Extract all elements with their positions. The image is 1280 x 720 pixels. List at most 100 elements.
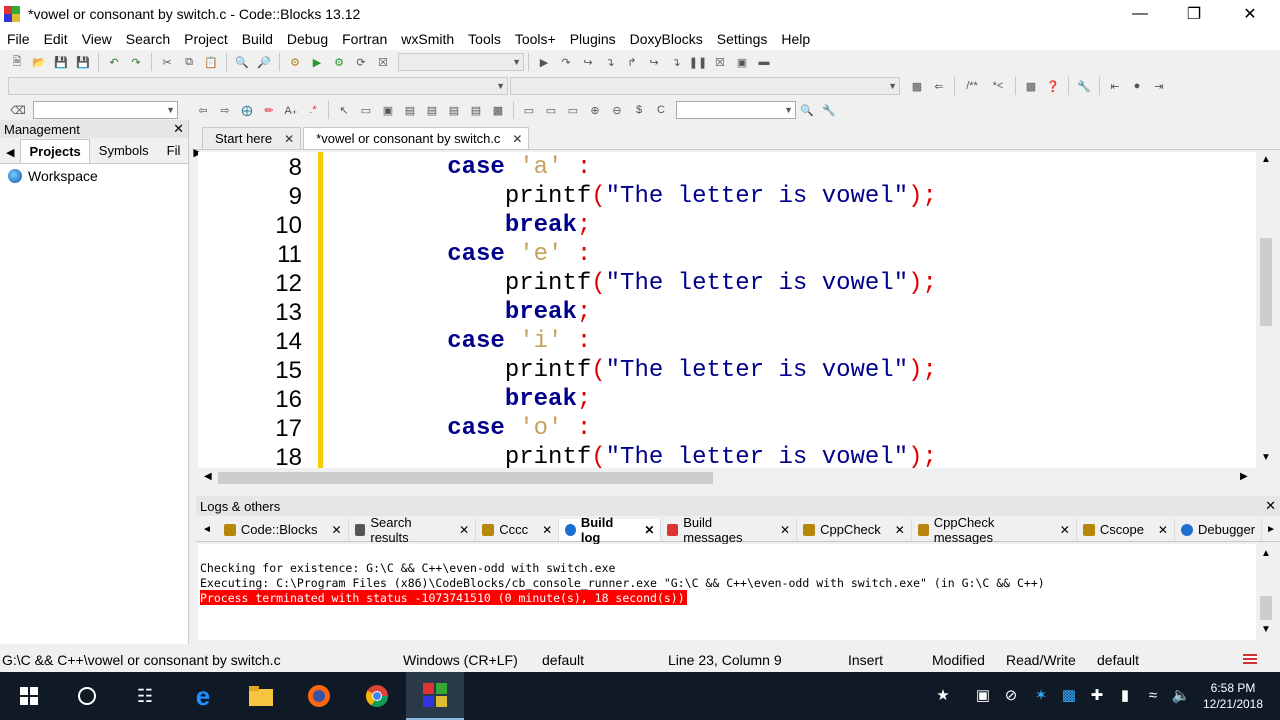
close-tab-icon[interactable]: ✕ bbox=[644, 523, 654, 537]
new-file-icon[interactable]: 🗎 bbox=[9, 54, 25, 70]
save-all-icon[interactable]: 💾 bbox=[75, 54, 91, 70]
codeblocks-taskbar-icon[interactable] bbox=[406, 672, 464, 720]
log-tab-build-log[interactable]: Build log ✕ bbox=[559, 515, 662, 545]
editor-horizontal-scrollbar[interactable]: ◀ ▶ bbox=[198, 468, 1276, 488]
search-combo[interactable]: ▼ bbox=[33, 101, 178, 119]
step-into-icon[interactable]: ↴ bbox=[602, 54, 618, 70]
tab-scroll-left-icon[interactable]: ◄ bbox=[196, 524, 218, 535]
monitor-icon[interactable]: ▣ bbox=[972, 684, 994, 706]
log-tab-cppcheck-messages[interactable]: CppCheck messages ✕ bbox=[912, 515, 1077, 545]
tab-scroll-left-icon[interactable]: ◀ bbox=[0, 142, 20, 163]
close-tab-icon[interactable]: ✕ bbox=[780, 523, 790, 537]
scroll-down-icon[interactable]: ▼ bbox=[1261, 452, 1271, 463]
back-arrow-icon[interactable]: ⇦ bbox=[195, 102, 211, 118]
zoom-combo[interactable]: ▼ bbox=[676, 101, 796, 119]
next-line-icon[interactable]: ↪ bbox=[580, 54, 596, 70]
extract-docs-icon[interactable]: ❓ bbox=[1045, 78, 1061, 94]
close-window-button[interactable]: ✕ bbox=[1222, 0, 1278, 28]
log-tab-debugger[interactable]: Debugger bbox=[1175, 518, 1263, 541]
toggle-bookmark-icon[interactable]: ● bbox=[1129, 78, 1145, 94]
image-icon[interactable]: ▣ bbox=[380, 102, 396, 118]
jump-back-icon[interactable]: ⇐ bbox=[931, 78, 947, 94]
paste-icon[interactable]: 📋 bbox=[203, 54, 219, 70]
save-icon[interactable]: 💾 bbox=[53, 54, 69, 70]
rectangle-icon[interactable]: ▭ bbox=[358, 102, 374, 118]
next-instruction-icon[interactable]: ↪ bbox=[646, 54, 662, 70]
select-icon[interactable]: ↖ bbox=[336, 102, 352, 118]
bluetooth-icon[interactable]: ✶ bbox=[1030, 684, 1052, 706]
tab-start-here[interactable]: Start here ✕ bbox=[202, 127, 302, 149]
scroll-right-icon[interactable]: ▶ bbox=[1240, 471, 1248, 482]
forward-arrow-icon[interactable]: ⇨ bbox=[217, 102, 233, 118]
edge-browser-icon[interactable]: e bbox=[174, 672, 232, 720]
pause-icon[interactable]: ❚❚ bbox=[689, 54, 707, 70]
system-clock[interactable]: 6:58 PM 12/21/2018 bbox=[1190, 680, 1276, 712]
add-bookmark-icon[interactable]: ⨁ bbox=[239, 102, 255, 118]
align-right-icon[interactable]: ▤ bbox=[468, 102, 484, 118]
menu-project[interactable]: Project bbox=[177, 31, 235, 47]
align-center-icon[interactable]: ▤ bbox=[446, 102, 462, 118]
restore-button[interactable]: ❐ bbox=[1166, 0, 1222, 28]
app-tray-icon[interactable]: ▩ bbox=[1058, 684, 1080, 706]
debug-windows-icon[interactable]: ▣ bbox=[734, 54, 750, 70]
settings-wrench-icon[interactable]: 🔧 bbox=[1076, 78, 1092, 94]
volume-icon[interactable]: 🔈 bbox=[1170, 684, 1192, 706]
cut-icon[interactable]: ✂ bbox=[159, 54, 175, 70]
menu-file[interactable]: File bbox=[0, 31, 37, 47]
tab-projects[interactable]: Projects bbox=[20, 139, 90, 163]
log-tab-cscope[interactable]: Cscope ✕ bbox=[1077, 518, 1175, 541]
close-tab-icon[interactable]: ✕ bbox=[542, 523, 552, 537]
close-panel-icon[interactable]: ✕ bbox=[173, 121, 184, 137]
scroll-up-icon[interactable]: ▲ bbox=[1261, 548, 1271, 559]
match-case-icon[interactable]: A₊ bbox=[283, 102, 299, 118]
close-tab-icon[interactable]: ✕ bbox=[459, 523, 469, 537]
menu-edit[interactable]: Edit bbox=[37, 31, 75, 47]
close-tab-icon[interactable]: ✕ bbox=[332, 523, 342, 537]
log-tab-code-blocks[interactable]: Code::Blocks ✕ bbox=[218, 518, 349, 541]
network-disabled-icon[interactable]: ⊘ bbox=[1000, 684, 1022, 706]
run-icon[interactable]: ▶ bbox=[309, 54, 325, 70]
code-editor[interactable]: 8 9 10 11 12 13 14 15 16 17 18 case 'a' : printf("… bbox=[198, 152, 1276, 468]
chrome-icon[interactable] bbox=[348, 672, 406, 720]
tab-scroll-right-icon[interactable]: ► bbox=[1262, 524, 1280, 535]
menu-fortran[interactable]: Fortran bbox=[335, 31, 394, 47]
replace-icon[interactable]: 🔎 bbox=[256, 54, 272, 70]
tab-current-file[interactable]: *vowel or consonant by switch.c ✕ bbox=[303, 127, 530, 149]
close-tab-icon[interactable]: ✕ bbox=[1158, 523, 1168, 537]
scroll-thumb[interactable] bbox=[1260, 596, 1272, 620]
redo-icon[interactable]: ↷ bbox=[128, 54, 144, 70]
menu-search[interactable]: Search bbox=[119, 31, 177, 47]
comment-line-icon[interactable]: *< bbox=[988, 78, 1008, 94]
build-target-combo[interactable]: ▼ bbox=[398, 53, 524, 71]
comment-icon[interactable]: /** bbox=[962, 78, 982, 94]
start-button[interactable] bbox=[0, 672, 58, 720]
firefox-icon[interactable] bbox=[290, 672, 348, 720]
various-info-icon[interactable]: ▬ bbox=[756, 54, 772, 70]
close-tab-icon[interactable]: ✕ bbox=[895, 523, 905, 537]
function-combo[interactable]: ▼ bbox=[510, 77, 900, 95]
build-and-run-icon[interactable]: ⚙ bbox=[331, 54, 347, 70]
zoom-out-icon[interactable]: ⊖ bbox=[609, 102, 625, 118]
shield-icon[interactable]: ✚ bbox=[1086, 684, 1108, 706]
step-instruction-icon[interactable]: ↴ bbox=[668, 54, 684, 70]
options-wrench-icon[interactable]: 🔧 bbox=[821, 102, 837, 118]
box3-icon[interactable]: ▭ bbox=[565, 102, 581, 118]
wifi-icon[interactable]: ≈ bbox=[1142, 684, 1164, 706]
search-run-icon[interactable]: 🔍 bbox=[799, 102, 815, 118]
align-left-icon[interactable]: ▤ bbox=[424, 102, 440, 118]
close-logs-icon[interactable]: ✕ bbox=[1265, 498, 1276, 514]
regex-icon[interactable]: .* bbox=[305, 102, 321, 118]
scroll-down-icon[interactable]: ▼ bbox=[1261, 624, 1271, 635]
open-file-icon[interactable]: 📂 bbox=[31, 54, 47, 70]
log-vertical-scrollbar[interactable]: ▲ ▼ bbox=[1256, 544, 1276, 640]
close-tab-icon[interactable]: ✕ bbox=[512, 132, 522, 146]
log-tab-cccc[interactable]: Cccc ✕ bbox=[476, 518, 560, 541]
text-icon[interactable]: ▤ bbox=[402, 102, 418, 118]
menu-plugins[interactable]: Plugins bbox=[563, 31, 623, 47]
refresh-c-icon[interactable]: C bbox=[653, 102, 669, 118]
jump-icon[interactable]: ▩ bbox=[909, 78, 925, 94]
menu-settings[interactable]: Settings bbox=[710, 31, 775, 47]
abort-icon[interactable]: ☒ bbox=[375, 54, 391, 70]
log-tab-build-messages[interactable]: Build messages ✕ bbox=[661, 515, 798, 545]
box2-icon[interactable]: ▭ bbox=[543, 102, 559, 118]
